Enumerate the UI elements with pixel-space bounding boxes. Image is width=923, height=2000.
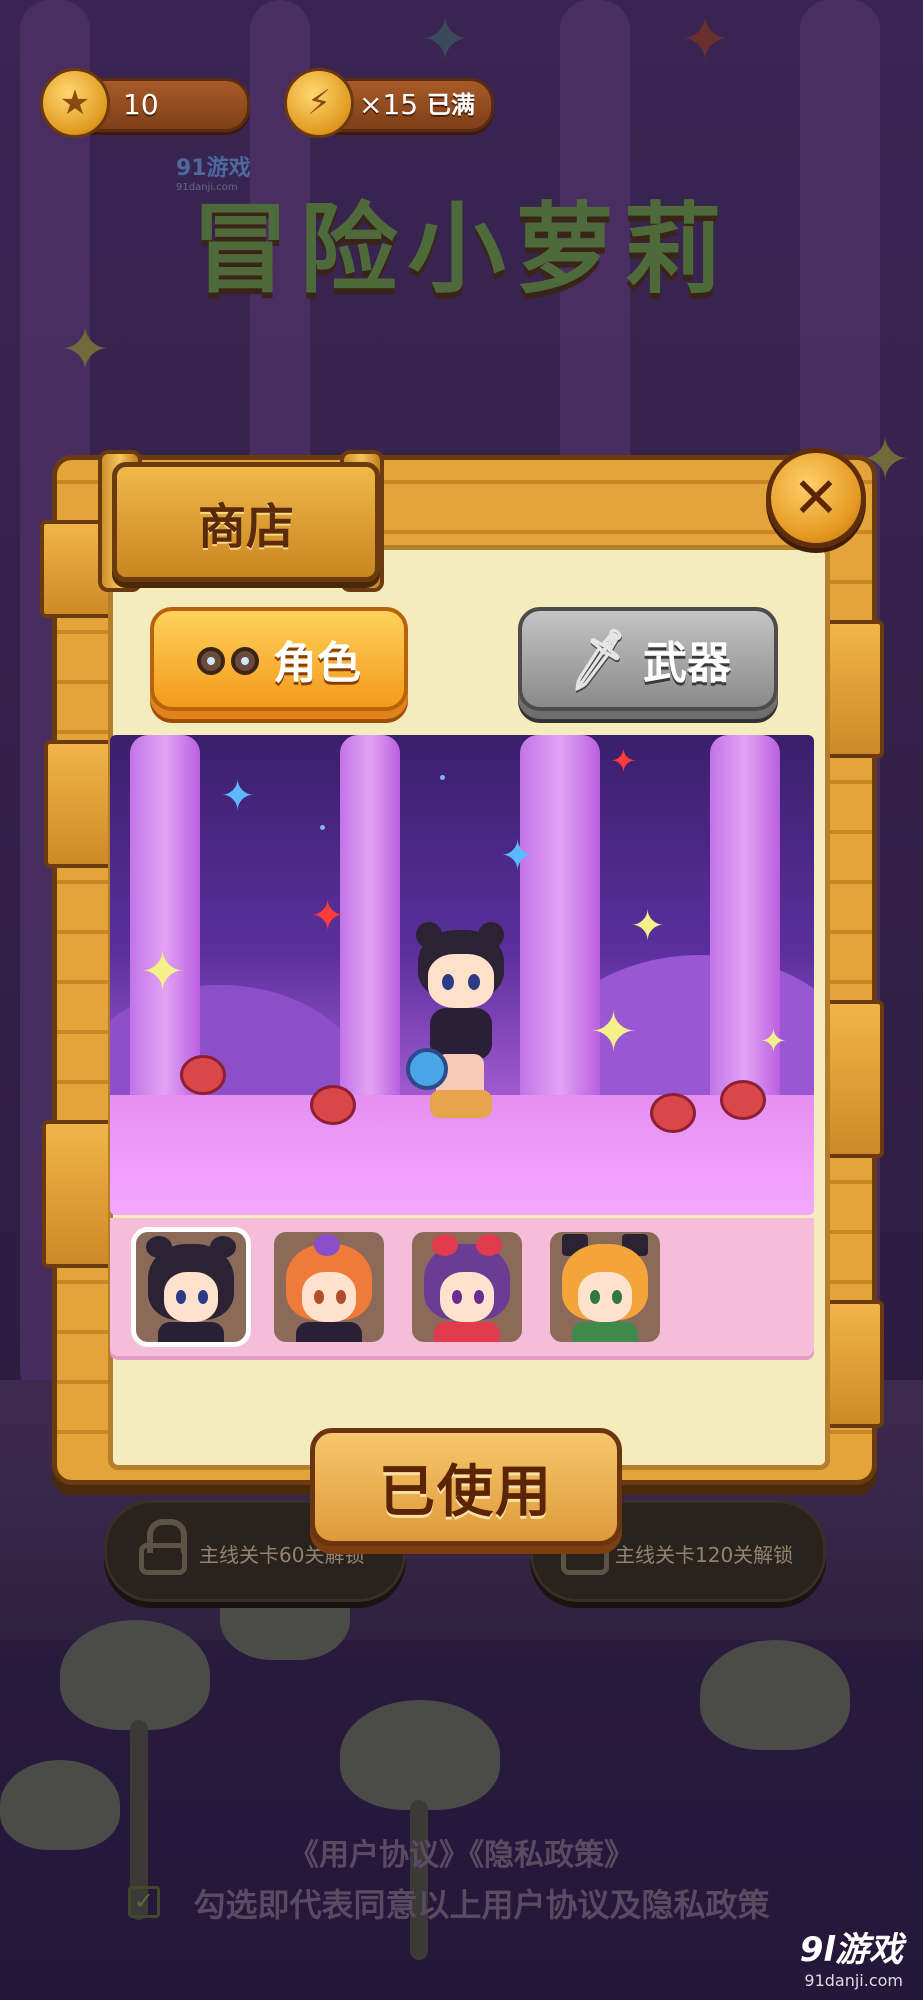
star-icon: ✦	[500, 831, 536, 880]
coin-icon: ★	[40, 68, 110, 138]
use-button[interactable]: 已使用	[310, 1428, 622, 1546]
star-icon: ✦	[760, 1022, 787, 1060]
shop-title-badge: 商店	[112, 462, 380, 582]
star-icon: ✦	[610, 742, 637, 780]
flower	[650, 1093, 696, 1133]
energy-icon: ⚡	[284, 68, 354, 138]
character-thumb-4[interactable]	[550, 1232, 660, 1342]
mushroom	[340, 1700, 500, 1810]
game-title: 冒险小萝莉	[191, 193, 732, 307]
star-icon: ✦	[590, 1000, 637, 1065]
star-icon: ✦	[220, 771, 256, 820]
energy-status: 已满	[427, 91, 475, 119]
mushroom	[60, 1620, 210, 1730]
binoculars-icon	[197, 641, 261, 677]
use-button-label: 已使用	[379, 1459, 553, 1525]
character-selector	[110, 1218, 814, 1360]
flower	[720, 1080, 766, 1120]
consent-text: 勾选即代表同意以上用户协议及隐私政策	[193, 1886, 770, 1924]
shop-title: 商店	[197, 499, 294, 555]
star-icon: ✦	[140, 940, 186, 1003]
mushroom	[700, 1640, 850, 1750]
character-thumb-2[interactable]	[274, 1232, 384, 1342]
sword-icon: 🗡	[560, 624, 636, 695]
watermark: 9l游戏 91danji.com	[800, 1922, 903, 1990]
tree-trunk	[710, 735, 780, 1135]
watermark-sub: 91danji.com	[804, 1971, 903, 1990]
tab-weapons-label: 武器	[643, 638, 731, 689]
star-icon: ✦	[680, 5, 731, 75]
character-thumb-3[interactable]	[412, 1232, 522, 1342]
close-icon: ✕	[792, 465, 840, 531]
star-icon: ✦	[630, 901, 666, 950]
energy-count: ×15	[359, 88, 419, 121]
character-sprite	[406, 922, 520, 1120]
tab-characters[interactable]: 角色	[150, 607, 408, 711]
mode-right-lock-text: 主线关卡120关解锁	[615, 1543, 794, 1567]
flower	[310, 1085, 356, 1125]
tree-trunk	[520, 735, 600, 1125]
tab-characters-label: 角色	[273, 638, 361, 689]
flower	[180, 1055, 226, 1095]
tab-weapons[interactable]: 🗡 武器	[518, 607, 778, 711]
character-preview: ✦ ✦ ✦ ✦ ✦ ✦ ✦ ✦	[110, 735, 814, 1215]
star-icon: ✦	[310, 891, 346, 940]
coin-count: 10	[123, 88, 159, 121]
star-icon: ✦	[420, 5, 471, 75]
legal-links[interactable]: 《用户协议》《隐私政策》	[0, 1830, 923, 1874]
character-thumb-1[interactable]	[131, 1227, 251, 1347]
tree-trunk	[340, 735, 400, 1135]
close-button[interactable]: ✕	[766, 448, 866, 548]
star-icon: ✦	[60, 315, 111, 385]
watermark-main: 9l游戏	[799, 1930, 903, 1970]
lock-icon	[137, 1519, 189, 1575]
